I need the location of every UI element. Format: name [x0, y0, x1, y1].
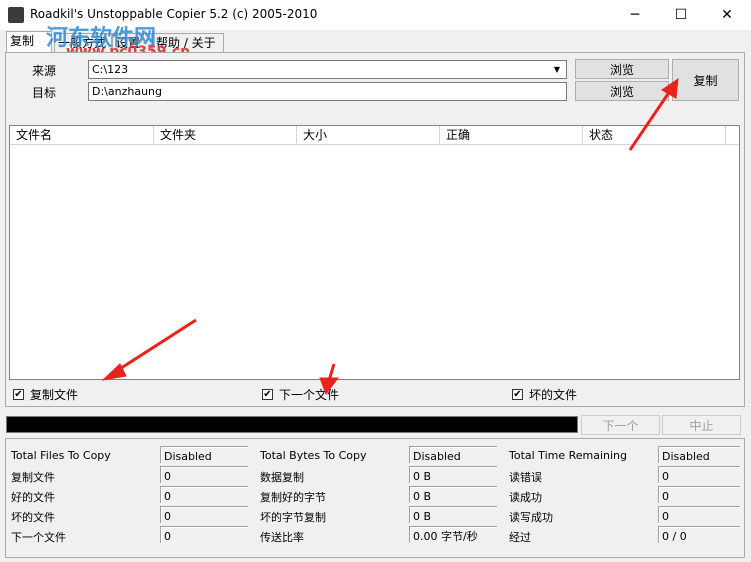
arrowhead [319, 377, 339, 396]
arrow-to-copy-files-checkbox [114, 318, 197, 374]
arrow-to-copy-button [628, 87, 674, 151]
arrowhead [661, 77, 679, 99]
annotation-arrows [101, 77, 679, 396]
